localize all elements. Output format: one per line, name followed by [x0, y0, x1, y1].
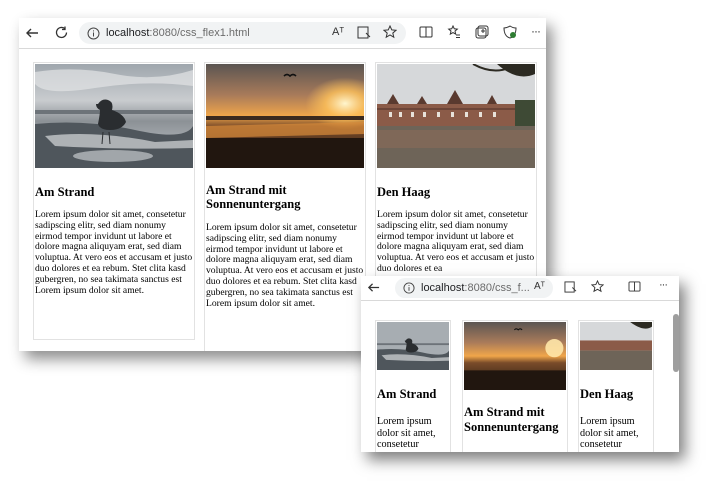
card-text: Lorem ipsum dolor sit amet, consetetur: [377, 416, 436, 450]
scrollbar-thumb[interactable]: [673, 314, 679, 372]
immersive-reader-icon[interactable]: [564, 281, 577, 293]
card-title: Am Strand: [377, 387, 437, 401]
collections-icon[interactable]: [475, 25, 489, 39]
card-am-strand: Am Strand Lorem ipsum dolor sit amet, co…: [33, 62, 195, 340]
beach-bird-photo: [377, 322, 449, 370]
browser-window-small: localhost:8080/css_f... Aᵀ ··· Am Stran…: [361, 276, 679, 452]
card-container: Am Strand Lorem ipsum dolor sit amet, co…: [361, 300, 679, 452]
url-host: localhost: [106, 27, 150, 39]
card-text: Lorem ipsum dolor sit amet, consetetur s…: [35, 209, 193, 296]
favorites-list-icon[interactable]: [447, 25, 461, 39]
split-screen-icon[interactable]: [419, 26, 433, 38]
card-am-strand-mit-sonnenuntergang: Am Strand mit Sonnenuntergang Lorem ipsu…: [204, 62, 366, 351]
card-am-strand-mit-sonnenuntergang: Am Strand mit Sonnenuntergang: [462, 320, 568, 452]
favorite-star-icon[interactable]: [383, 25, 397, 39]
browser-toolbar: localhost:8080/css_f... Aᵀ ···: [361, 276, 679, 301]
read-aloud-icon[interactable]: Aᵀ: [332, 26, 344, 38]
den-haag-photo: [377, 64, 535, 168]
card-title: Am Strand mit Sonnenuntergang: [464, 405, 559, 434]
url-path: :8080/css_f...: [464, 282, 530, 294]
card-title: Am Strand mit Sonnenuntergang: [206, 183, 301, 211]
card-text: Lorem ipsum dolor sit amet, consetetur: [580, 416, 639, 450]
den-haag-photo: [580, 322, 652, 370]
immersive-reader-icon[interactable]: [357, 26, 371, 39]
refresh-icon[interactable]: [54, 25, 69, 40]
beach-bird-photo: [35, 64, 193, 168]
favorite-star-icon[interactable]: [591, 280, 604, 293]
info-icon[interactable]: [403, 282, 415, 294]
back-arrow-icon[interactable]: [25, 26, 39, 40]
info-icon[interactable]: [87, 27, 100, 40]
more-menu-icon[interactable]: ···: [659, 279, 668, 291]
split-screen-icon[interactable]: [628, 281, 641, 292]
more-menu-icon[interactable]: ···: [531, 24, 541, 38]
back-arrow-icon[interactable]: [367, 281, 380, 294]
read-aloud-icon[interactable]: Aᵀ: [534, 281, 545, 292]
browser-toolbar: localhost:8080/css_flex1.html Aᵀ ···: [19, 18, 546, 49]
card-am-strand: Am Strand Lorem ipsum dolor sit amet, co…: [375, 320, 451, 452]
card-text: Lorem ipsum dolor sit amet, consetetur s…: [377, 209, 535, 274]
browser-essentials-icon[interactable]: [503, 25, 517, 39]
card-den-haag: Den Haag Lorem ipsum dolor sit amet, con…: [578, 320, 654, 452]
url-path: :8080/css_flex1.html: [149, 27, 250, 39]
url-host: localhost: [421, 282, 465, 294]
sunset-beach-photo: [206, 64, 364, 168]
sunset-beach-photo: [464, 322, 566, 390]
card-title: Den Haag: [377, 185, 431, 199]
address-bar[interactable]: localhost:8080/css_f...: [395, 278, 553, 298]
card-title: Den Haag: [580, 387, 634, 401]
card-title: Am Strand: [35, 185, 95, 199]
card-text: Lorem ipsum dolor sit amet, consetetur s…: [206, 222, 364, 309]
